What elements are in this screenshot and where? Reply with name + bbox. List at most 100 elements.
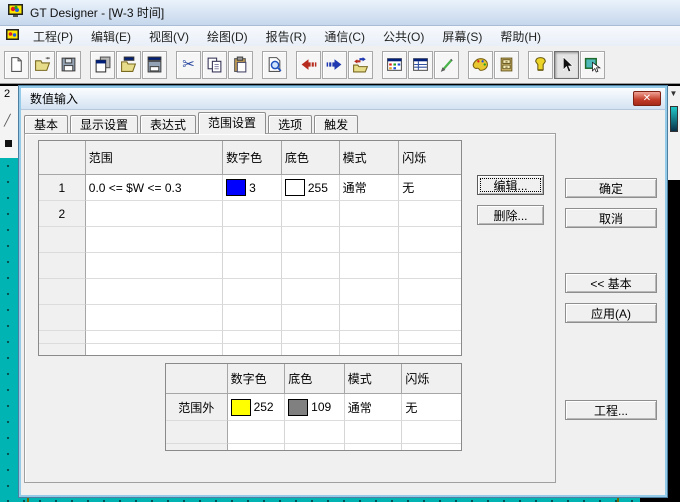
- tab-trigger[interactable]: 触发: [314, 115, 358, 134]
- menu-item-view[interactable]: 视图(V): [140, 26, 198, 47]
- cursor-icon: [558, 56, 575, 73]
- mdi-area: 2 ╱ ▼ 数值输入 ✕ 基本 显示设置 表达式 范围设置: [0, 84, 680, 502]
- delete-button[interactable]: 删除...: [477, 205, 544, 225]
- main-toolbar: ✂: [0, 46, 680, 84]
- draw-pen-icon: [438, 56, 455, 73]
- tab-basic[interactable]: 基本: [24, 115, 68, 134]
- mode-cell: 通常: [345, 394, 403, 421]
- close-icon: ✕: [643, 93, 651, 104]
- new-screen-button[interactable]: [90, 51, 115, 79]
- range-row-empty[interactable]: [39, 305, 461, 331]
- dialog-client: 基本 显示设置 表达式 范围设置 选项 触发 范围 数字色 底色: [21, 110, 665, 495]
- number-color-code: 252: [254, 400, 274, 414]
- cut-button[interactable]: ✂: [176, 51, 201, 79]
- header-blink: 闪烁: [402, 364, 461, 394]
- device-monitor-button[interactable]: [528, 51, 553, 79]
- tab-display[interactable]: 显示设置: [70, 115, 138, 134]
- menu-item-comm[interactable]: 通信(C): [315, 26, 374, 47]
- bg-color-code: 255: [308, 181, 328, 195]
- header-index: [166, 364, 228, 394]
- menu-item-report[interactable]: 报告(R): [257, 26, 316, 47]
- number-color-cell: 3: [223, 175, 282, 201]
- out-of-range-row[interactable]: 范围外 252 109 通常 无: [166, 394, 461, 421]
- save-screen-button[interactable]: [142, 51, 167, 79]
- attribute-view-button[interactable]: [382, 51, 407, 79]
- menu-item-project[interactable]: 工程(P): [24, 26, 82, 47]
- new-screen-icon: [94, 56, 111, 73]
- row-index: 2: [39, 201, 86, 227]
- menu-item-edit[interactable]: 编辑(E): [82, 26, 140, 47]
- canvas-left-strip[interactable]: [0, 158, 20, 502]
- out-row-empty: [166, 444, 461, 451]
- select-object-button[interactable]: [580, 51, 605, 79]
- menu-item-help[interactable]: 帮助(H): [491, 26, 550, 47]
- blink-cell: 无: [399, 175, 461, 201]
- forward-button[interactable]: [322, 51, 347, 79]
- cursor-button[interactable]: [554, 51, 579, 79]
- dialog-title: 数值输入: [30, 90, 78, 107]
- header-mode: 模式: [340, 141, 400, 175]
- close-button[interactable]: ✕: [633, 91, 661, 106]
- gt-designer-window: GT Designer - [W-3 时间] 工程(P) 编辑(E) 视图(V)…: [0, 0, 680, 502]
- copy-button[interactable]: [202, 51, 227, 79]
- screen-list-icon: [352, 56, 369, 73]
- tab-range-settings[interactable]: 范围设置: [198, 112, 266, 134]
- forward-arrow-icon: [326, 56, 343, 73]
- palette-button[interactable]: [468, 51, 493, 79]
- paste-button[interactable]: [228, 51, 253, 79]
- app-icon: [8, 4, 24, 21]
- bg-color-cell: 255: [282, 175, 340, 201]
- data-view-button[interactable]: [408, 51, 433, 79]
- menu-bar: 工程(P) 编辑(E) 视图(V) 绘图(D) 报告(R) 通信(C) 公共(O…: [0, 26, 680, 46]
- dialog-titlebar[interactable]: 数值输入 ✕: [21, 88, 665, 110]
- range-row-1[interactable]: 1 0.0 <= $W <= 0.3 3 255 通常 无: [39, 175, 461, 201]
- open-screen-icon: [120, 56, 137, 73]
- cancel-button[interactable]: 取消: [565, 208, 657, 228]
- save-button[interactable]: [56, 51, 81, 79]
- range-row-empty[interactable]: [39, 331, 461, 344]
- preview-icon: [266, 56, 283, 73]
- header-number-color: 数字色: [228, 364, 286, 394]
- number-color-cell: 252: [228, 394, 286, 421]
- apply-button[interactable]: 应用(A): [565, 303, 657, 323]
- tab-expression[interactable]: 表达式: [140, 115, 196, 134]
- range-table-header: 范围 数字色 底色 模式 闪烁: [39, 141, 461, 175]
- ok-button[interactable]: 确定: [565, 178, 657, 198]
- preview-button[interactable]: [262, 51, 287, 79]
- library-button[interactable]: [494, 51, 519, 79]
- range-row-empty[interactable]: [39, 253, 461, 279]
- draw-pen-button[interactable]: [434, 51, 459, 79]
- cut-icon: ✂: [182, 57, 195, 72]
- edit-button[interactable]: 编辑...: [477, 175, 544, 195]
- open-button[interactable]: [30, 51, 55, 79]
- menu-item-screen[interactable]: 屏幕(S): [433, 26, 491, 47]
- menu-item-draw[interactable]: 绘图(D): [198, 26, 257, 47]
- number-color-code: 3: [249, 181, 256, 195]
- range-row-empty[interactable]: [39, 279, 461, 305]
- screen-jump-button[interactable]: [348, 51, 373, 79]
- range-row-empty[interactable]: [39, 344, 461, 356]
- range-row-2[interactable]: 2: [39, 201, 461, 227]
- project-button[interactable]: 工程...: [565, 400, 657, 420]
- mode-cell: 通常: [340, 175, 400, 201]
- back-arrow-icon: [300, 56, 317, 73]
- header-index: [39, 141, 86, 175]
- number-color-swatch: [226, 179, 246, 196]
- out-of-range-table: 数字色 底色 模式 闪烁 范围外 252 109 通常 无: [165, 363, 462, 451]
- out-row-empty: [166, 421, 461, 444]
- attribute-view-icon: [386, 56, 403, 73]
- bg-color-cell: 109: [285, 394, 345, 421]
- tab-options[interactable]: 选项: [268, 115, 312, 134]
- mdi-document-icon[interactable]: [6, 29, 20, 44]
- out-of-range-label: 范围外: [166, 394, 228, 421]
- basic-toggle-button[interactable]: << 基本: [565, 273, 657, 293]
- line-tool-icon: ╱: [4, 114, 11, 127]
- back-button[interactable]: [296, 51, 321, 79]
- new-button[interactable]: [4, 51, 29, 79]
- bg-color-swatch: [285, 179, 305, 196]
- header-mode: 模式: [345, 364, 403, 394]
- range-row-empty[interactable]: [39, 227, 461, 253]
- chevron-down-icon[interactable]: ▼: [667, 86, 680, 98]
- open-screen-button[interactable]: [116, 51, 141, 79]
- menu-item-common[interactable]: 公共(O): [374, 26, 433, 47]
